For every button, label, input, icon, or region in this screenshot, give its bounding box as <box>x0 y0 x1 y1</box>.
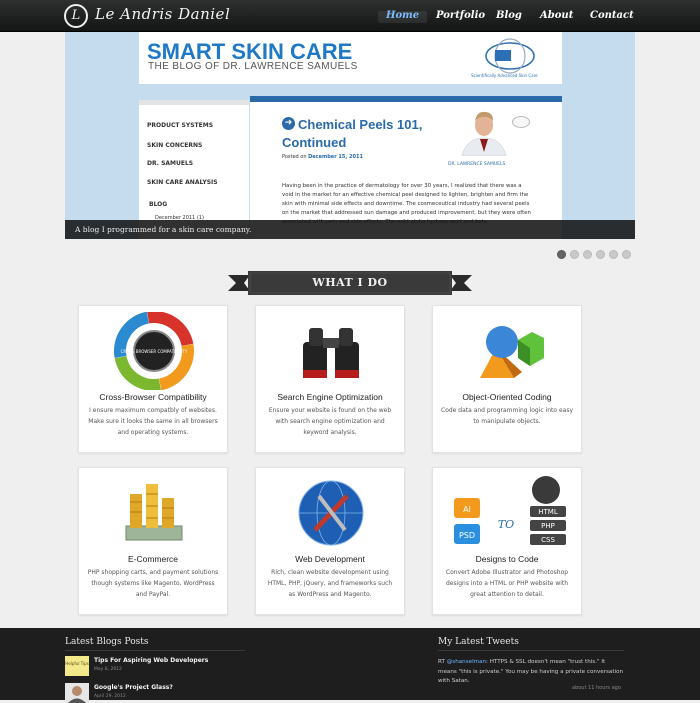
service-description: Code data and programming logic into eas… <box>441 407 573 425</box>
slide-post-title: Chemical Peels 101, Continued <box>282 117 423 150</box>
rx-tagline: Scientifically Advanced Skin Care <box>471 73 538 78</box>
latest-blogs-heading: Latest Blogs Posts <box>65 637 149 647</box>
service-card-ecommerce: E-Commerce PHP shopping carts, and payme… <box>78 467 228 615</box>
service-description: PHP shopping carts, and payment solution… <box>87 569 219 598</box>
slide-blog-post: ➜ Chemical Peels 101, Continued Posted o… <box>250 96 562 239</box>
cross-browser-cycle-icon: CROSS BROWSER COMPATIBILITY <box>114 312 194 390</box>
slide-site-banner: SMART SKIN CARE THE BLOG OF DR. LAWRENCE… <box>139 32 562 84</box>
slider-dot[interactable] <box>622 250 631 259</box>
slide-blog-label: BLOG <box>149 201 168 208</box>
service-card-seo: Search Engine Optimization Ensure your w… <box>255 305 405 453</box>
svg-text:TO: TO <box>498 518 514 531</box>
slide-site-subtitle: THE BLOG OF DR. LAWRENCE SAMUELS <box>148 61 358 72</box>
svg-text:PSD: PSD <box>459 531 475 540</box>
blog-post-date: April 29, 2012 <box>94 694 126 699</box>
service-description: I ensure maximum compatbly of websites. … <box>88 407 218 436</box>
portfolio-slider[interactable]: SMART SKIN CARE THE BLOG OF DR. LAWRENCE… <box>65 32 635 239</box>
money-coins-icon <box>125 484 183 541</box>
slide-post-date: Posted on December 15, 2011 <box>282 154 363 160</box>
tweet-handle-link[interactable]: @shanselman <box>447 659 486 665</box>
service-description: Convert Adobe Illustrator and Photoshop … <box>445 569 569 598</box>
service-description: Ensure your website is found on the web … <box>268 407 392 436</box>
blog-thumbnail[interactable]: Helpful Tips <box>65 656 89 676</box>
service-title: Object-Oriented Coding <box>462 392 552 402</box>
binoculars-icon <box>303 328 359 378</box>
doctor-caption: DR. LAWRENCE SAMUELS <box>448 162 506 167</box>
slider-dot[interactable] <box>609 250 618 259</box>
brand-name[interactable]: Le Andris Daniel <box>95 5 230 23</box>
service-title: Cross-Browser Compatibility <box>99 392 207 402</box>
slide-menu-skin-care-analysis: SKIN CARE ANALYSIS <box>147 179 218 186</box>
nav-portfolio[interactable]: Portfolio <box>436 0 485 32</box>
geometric-shapes-icon <box>480 326 544 378</box>
top-nav-bar: L Le Andris Daniel Home Portfolio Blog A… <box>0 0 700 32</box>
service-title: Web Development <box>295 554 365 564</box>
slide-caption: A blog I programmed for a skin care comp… <box>65 220 635 239</box>
service-title: Search Engine Optimization <box>277 392 383 402</box>
slide-menu-product-systems: PRODUCT SYSTEMS <box>147 122 214 129</box>
nav-about[interactable]: About <box>540 0 573 32</box>
svg-text:PHP: PHP <box>541 522 555 530</box>
doctor-portrait <box>456 108 512 156</box>
svg-text:CROSS BROWSER COMPATIBILITY: CROSS BROWSER COMPATIBILITY <box>121 349 188 354</box>
svg-text:CSS: CSS <box>541 536 555 544</box>
nav-contact[interactable]: Contact <box>590 0 634 32</box>
slide-sidebar-menu: PRODUCT SYSTEMS SKIN CONCERNS DR. SAMUEL… <box>139 100 249 239</box>
latest-tweets-heading: My Latest Tweets <box>438 637 519 647</box>
comment-bubble-icon[interactable] <box>512 116 530 128</box>
service-card-web-dev: Web Development Rich, clean website deve… <box>255 467 405 615</box>
blog-post-link[interactable]: Google's Project Glass? <box>94 684 173 691</box>
blog-post-date: May 8, 2012 <box>94 667 122 672</box>
blog-post-link[interactable]: Tips For Aspiring Web Developers <box>94 657 208 664</box>
service-description: Rich, clean website development using HT… <box>267 569 393 598</box>
slide-menu-dr-samuels: DR. SAMUELS <box>147 160 194 167</box>
slide-menu-skin-concerns: SKIN CONCERNS <box>147 142 203 149</box>
slider-dot[interactable] <box>557 250 566 259</box>
footer-divider <box>438 650 624 651</box>
brand-logo-icon[interactable]: L <box>64 4 88 28</box>
blog-thumbnail[interactable] <box>65 683 89 703</box>
tweet-timestamp[interactable]: about 11 hours ago <box>572 685 621 691</box>
slider-dot[interactable] <box>596 250 605 259</box>
service-card-oop: Object-Oriented Coding Code data and pro… <box>432 305 582 453</box>
tweet-text: RT @shanselman: HTTPS & SSL doesn't mean… <box>438 659 624 684</box>
globe-tools-icon <box>298 480 364 546</box>
slider-dot[interactable] <box>570 250 579 259</box>
design-to-code-icon: AI PSD TO HTML PHP CSS <box>454 476 566 545</box>
svg-text:AI: AI <box>463 505 471 514</box>
slider-dot[interactable] <box>583 250 592 259</box>
rx-systems-logo-icon <box>485 38 535 74</box>
service-title: Designs to Code <box>475 554 539 564</box>
nav-home[interactable]: Home <box>377 0 428 32</box>
service-title: E-Commerce <box>127 554 179 564</box>
section-title: WHAT I DO <box>312 276 388 289</box>
nav-blog[interactable]: Blog <box>496 0 522 32</box>
footer-divider <box>65 650 245 651</box>
service-card-designs-to-code: AI PSD TO HTML PHP CSS Designs to Code C… <box>432 467 582 615</box>
svg-text:HTML: HTML <box>538 508 558 516</box>
svg-text:Helpful Tips: Helpful Tips <box>65 661 89 666</box>
service-card-cross-browser: CROSS BROWSER COMPATIBILITY Cross-Browse… <box>78 305 228 453</box>
